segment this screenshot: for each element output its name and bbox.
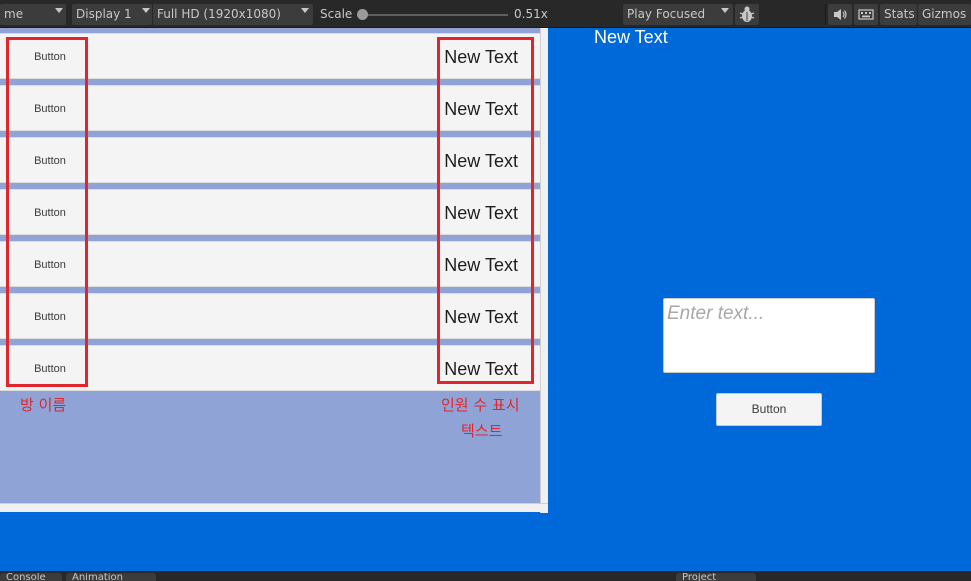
bug-icon [739, 6, 755, 22]
toolbar-separator [825, 4, 826, 25]
scale-value: 0.51x [514, 7, 548, 21]
chevron-down-icon [142, 8, 150, 13]
resolution-label: Full HD (1920x1080) [157, 7, 281, 21]
gizmos-label: Gizmos [922, 7, 967, 21]
speaker-icon [834, 9, 847, 20]
scale-label: Scale [320, 7, 353, 21]
player-count-annotation-line2: 텍스트 [461, 422, 503, 440]
unity-game-view: me Display 1 Full HD (1920x1080) Scale 0… [0, 0, 971, 581]
room-list-scrollbar[interactable] [540, 28, 548, 513]
display-dropdown[interactable]: Display 1 [72, 4, 152, 25]
gizmos-button[interactable]: Gizmos [918, 4, 971, 25]
chevron-down-icon [55, 8, 63, 13]
chevron-down-icon [721, 8, 729, 13]
room-list-bottom-edge [0, 503, 548, 512]
keyboard-icon [858, 9, 874, 20]
play-mode-dropdown[interactable]: Play Focused [623, 4, 733, 25]
room-name-highlight-box [6, 37, 88, 387]
tab-project[interactable]: Project [676, 573, 756, 581]
tab-animation[interactable]: Animation [66, 573, 156, 581]
mute-audio-toggle[interactable] [828, 4, 852, 25]
display-label: Display 1 [76, 7, 132, 21]
game-view-toolbar: me Display 1 Full HD (1920x1080) Scale 0… [0, 0, 971, 28]
scale-slider-handle[interactable] [357, 9, 368, 20]
create-room-button[interactable]: Button [716, 393, 822, 426]
scale-slider-track[interactable] [362, 14, 508, 16]
play-mode-label: Play Focused [627, 7, 706, 21]
debug-toggle[interactable] [735, 4, 759, 25]
room-name-annotation: 방 이름 [20, 396, 67, 414]
player-count-highlight-box [437, 37, 534, 384]
game-view-dropdown-label: me [4, 7, 24, 21]
stats-button[interactable]: Stats [880, 4, 917, 25]
stats-label: Stats [884, 7, 915, 21]
player-count-annotation-line1: 인원 수 표시 [441, 396, 520, 414]
room-name-input[interactable] [667, 303, 867, 325]
chevron-down-icon [301, 8, 309, 13]
keyboard-shortcuts-toggle[interactable] [854, 4, 878, 25]
tab-console[interactable]: Console [0, 573, 62, 581]
resolution-dropdown[interactable]: Full HD (1920x1080) [153, 4, 313, 25]
room-name-input-field[interactable] [663, 298, 875, 373]
bottom-tab-strip: Console Animation Project [0, 571, 971, 581]
lobby-title-text: New Text [594, 27, 668, 47]
